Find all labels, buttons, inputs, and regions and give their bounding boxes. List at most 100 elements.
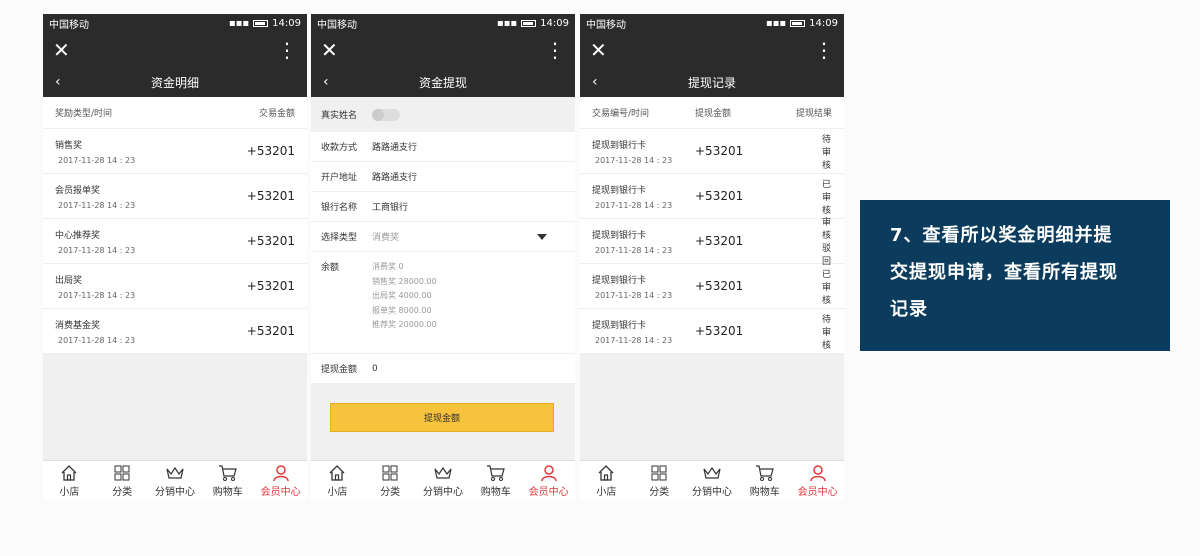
reward-amount: +53201 xyxy=(246,144,295,158)
list-item[interactable]: 销售奖 2017-11-28 14 : 23 +53201 xyxy=(43,129,307,174)
grid-icon xyxy=(381,463,399,483)
select-label: 选择类型 xyxy=(321,233,358,243)
tab-shop[interactable]: 小店 xyxy=(311,461,364,500)
carrier-label: 中国移动 xyxy=(317,19,357,31)
battery-icon xyxy=(790,19,806,27)
reward-amount: +53201 xyxy=(246,324,295,338)
real-name-toggle[interactable] xyxy=(372,108,400,121)
cart-icon xyxy=(218,463,238,483)
list-item[interactable]: 会员报单奖 2017-11-28 14 : 23 +53201 xyxy=(43,174,307,219)
page-title: 资金提现 xyxy=(418,75,467,90)
back-icon[interactable]: ‹ xyxy=(55,74,61,90)
screen-fund-details: 中国移动 ▪▪▪ 14:09 ✕ ⋮ ‹ 资金明细 奖励类型/时间 交易金额 销售… xyxy=(43,14,307,500)
list-item[interactable]: 提现到银行卡 2017-11-28 14 : 23 +53201 审核驳回 xyxy=(580,218,844,267)
close-icon[interactable]: ✕ xyxy=(53,38,70,62)
list-item[interactable]: 提现到银行卡 2017-11-28 14 : 23 +53201 待审核 xyxy=(580,129,844,174)
list-item[interactable]: 中心推荐奖 2017-11-28 14 : 23 +53201 xyxy=(43,219,307,264)
more-icon[interactable]: ⋮ xyxy=(277,38,297,62)
tab-category[interactable]: 分类 xyxy=(96,461,149,500)
dropdown-arrow-icon[interactable] xyxy=(537,233,547,240)
type-select[interactable]: 选择类型 消费奖 xyxy=(311,222,575,252)
tab-label: 分销中心 xyxy=(154,487,195,498)
bottom-tabbar: 小店 分类 分销中心 购物车 会员中心 xyxy=(311,460,575,500)
record-amount: +53201 xyxy=(695,144,744,158)
record-amount: +53201 xyxy=(695,279,744,293)
tab-label: 会员中心 xyxy=(260,487,301,498)
field-value: 路路通支行 xyxy=(372,143,418,153)
list-item[interactable]: 出局奖 2017-11-28 14 : 23 +53201 xyxy=(43,264,307,309)
tab-category[interactable]: 分类 xyxy=(633,461,686,500)
balance-list: 消费奖 0 销售奖 28000.00 出局奖 4000.00 报单奖 8000.… xyxy=(372,260,437,345)
reward-amount: +53201 xyxy=(246,279,295,293)
reward-type: 中心推荐奖 xyxy=(55,230,101,241)
withdraw-button[interactable]: 提现金额 xyxy=(330,403,554,432)
tab-cart[interactable]: 购物车 xyxy=(738,461,791,500)
balance-item: 报单奖 8000.00 xyxy=(372,305,432,315)
status-bar: 中国移动 ▪▪▪ 14:09 xyxy=(43,14,307,32)
field-label: 银行名称 xyxy=(321,203,358,213)
tab-distribution[interactable]: 分销中心 xyxy=(686,461,739,500)
clock-label: 14:09 xyxy=(809,17,838,29)
reward-type: 出局奖 xyxy=(55,275,83,286)
close-icon[interactable]: ✕ xyxy=(321,38,338,62)
tab-distribution[interactable]: 分销中心 xyxy=(417,461,470,500)
note-line: 记录 xyxy=(890,299,928,320)
tab-label: 购物车 xyxy=(212,487,243,498)
back-icon[interactable]: ‹ xyxy=(592,74,598,90)
more-icon[interactable]: ⋮ xyxy=(545,38,565,62)
status-badge: 已审核 xyxy=(821,179,831,216)
tab-member[interactable]: 会员中心 xyxy=(254,461,307,500)
balance-item: 推荐奖 20000.00 xyxy=(372,320,437,329)
form-row[interactable]: 银行名称 工商银行 xyxy=(311,192,575,222)
user-icon xyxy=(540,463,558,483)
tab-shop[interactable]: 小店 xyxy=(580,461,633,500)
more-icon[interactable]: ⋮ xyxy=(814,38,834,62)
list-item[interactable]: 提现到银行卡 2017-11-28 14 : 23 +53201 已审核 xyxy=(580,174,844,219)
carrier-label: 中国移动 xyxy=(586,19,626,31)
header-result: 提现结果 xyxy=(795,109,832,119)
list-item[interactable]: 提现到银行卡 2017-11-28 14 : 23 +53201 已审核 xyxy=(580,264,844,309)
record-time: 2017-11-28 14 : 23 xyxy=(595,200,673,210)
nav-bar: ‹ 提现记录 xyxy=(580,67,844,97)
record-amount: +53201 xyxy=(695,189,744,203)
amount-input[interactable]: 0 xyxy=(372,364,565,374)
header-amount: 交易金额 xyxy=(258,109,295,119)
list-item[interactable]: 提现到银行卡 2017-11-28 14 : 23 +53201 待审核 xyxy=(580,309,844,354)
record-time: 2017-11-28 14 : 23 xyxy=(595,155,673,165)
form-row[interactable]: 开户地址 路路通支行 xyxy=(311,162,575,192)
tab-category[interactable]: 分类 xyxy=(364,461,417,500)
tab-member[interactable]: 会员中心 xyxy=(791,461,844,500)
balance-item: 销售奖 28000.00 xyxy=(372,276,437,286)
reward-type: 会员报单奖 xyxy=(55,185,101,196)
record-id: 提现到银行卡 xyxy=(592,185,647,196)
records-list: 交易编号/时间 提现金额 提现结果 提现到银行卡 2017-11-28 14 : … xyxy=(580,97,844,460)
record-time: 2017-11-28 14 : 23 xyxy=(595,290,673,300)
tab-shop[interactable]: 小店 xyxy=(43,461,96,500)
note-line: 交提现申请，查看所有提现 xyxy=(890,262,1118,283)
crown-icon xyxy=(433,463,453,483)
back-icon[interactable]: ‹ xyxy=(323,74,329,90)
carrier-label: 中国移动 xyxy=(49,19,89,31)
close-icon[interactable]: ✕ xyxy=(590,38,607,62)
balance-label: 余额 xyxy=(321,263,340,273)
tab-distribution[interactable]: 分销中心 xyxy=(149,461,202,500)
field-label: 收款方式 xyxy=(321,143,358,153)
tab-label: 购物车 xyxy=(480,487,511,498)
amount-row[interactable]: 提现金额 0 xyxy=(311,354,575,384)
tab-label: 会员中心 xyxy=(528,487,569,498)
tab-cart[interactable]: 购物车 xyxy=(469,461,522,500)
webview-topbar: ✕ ⋮ xyxy=(43,32,307,67)
home-icon xyxy=(60,463,78,483)
webview-topbar: ✕ ⋮ xyxy=(311,32,575,67)
clock-label: 14:09 xyxy=(540,17,569,29)
form-row[interactable]: 收款方式 路路通支行 xyxy=(311,132,575,162)
list-item[interactable]: 消费基金奖 2017-11-28 14 : 23 +53201 xyxy=(43,309,307,354)
status-bar: 中国移动 ▪▪▪ 14:09 xyxy=(580,14,844,32)
reward-type: 销售奖 xyxy=(55,140,83,151)
tab-cart[interactable]: 购物车 xyxy=(201,461,254,500)
bottom-tabbar: 小店 分类 分销中心 购物车 会员中心 xyxy=(580,460,844,500)
tab-label: 分销中心 xyxy=(422,487,463,498)
battery-icon xyxy=(253,19,269,27)
tab-label: 分销中心 xyxy=(691,487,732,498)
tab-member[interactable]: 会员中心 xyxy=(522,461,575,500)
